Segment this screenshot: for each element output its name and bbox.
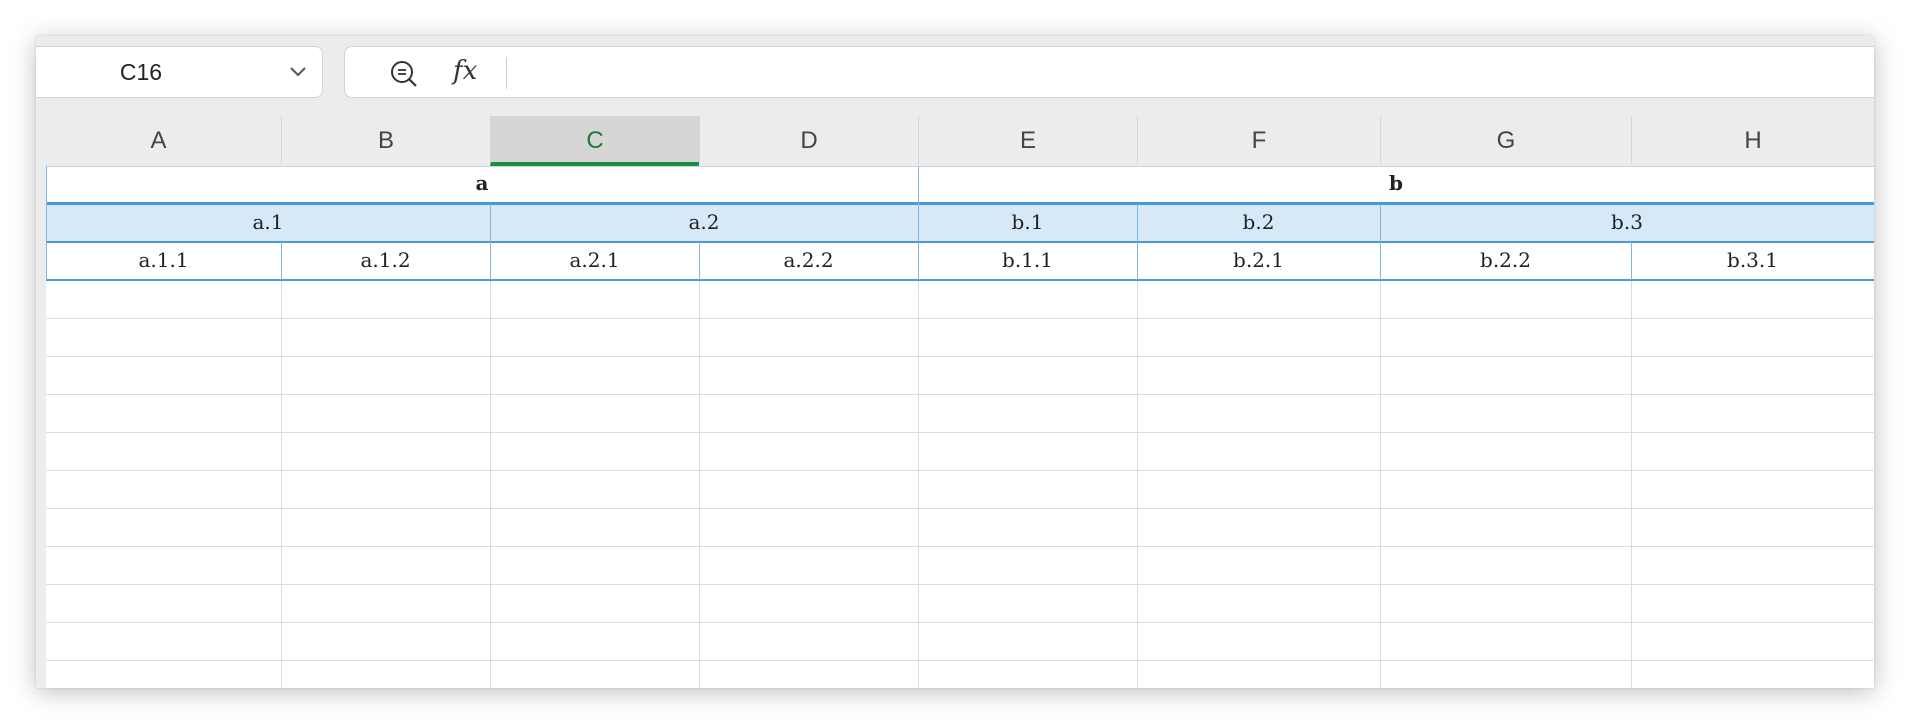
row-line xyxy=(46,546,1874,547)
column-header-c[interactable]: C xyxy=(490,116,699,166)
header-border xyxy=(46,202,1874,205)
column-line xyxy=(918,280,919,688)
name-box-value: C16 xyxy=(119,59,163,85)
column-header-g[interactable]: G xyxy=(1380,116,1631,164)
formula-divider xyxy=(506,57,507,89)
chevron-down-icon[interactable] xyxy=(288,64,308,80)
header-cell-level3[interactable]: a.1.1 xyxy=(46,248,281,272)
cell-grid[interactable]: a b a.1 a.2 b.1 b.2 b.3 a.1.1 a.1.2 a.2.… xyxy=(46,166,1874,688)
column-line xyxy=(1631,280,1632,688)
header-cell-level3[interactable]: b.2.2 xyxy=(1380,248,1631,272)
row-line xyxy=(46,432,1874,433)
column-line xyxy=(490,280,491,688)
header-cell-level2[interactable]: a.1 xyxy=(46,210,490,234)
column-line xyxy=(699,280,700,688)
row-line xyxy=(46,356,1874,357)
header-cell-level3[interactable]: b.1.1 xyxy=(918,248,1137,272)
header-border xyxy=(46,166,1874,167)
header-cell-level2[interactable]: b.2 xyxy=(1137,210,1380,234)
row-line xyxy=(46,470,1874,471)
row-line xyxy=(46,394,1874,395)
column-header-d[interactable]: D xyxy=(699,116,918,164)
header-cell-level2[interactable]: a.2 xyxy=(490,210,918,234)
header-cell-level1[interactable]: b xyxy=(918,171,1874,195)
function-icon[interactable]: fx xyxy=(453,56,477,86)
column-header-b[interactable]: B xyxy=(281,116,490,164)
header-cell-level3[interactable]: a.1.2 xyxy=(281,248,490,272)
row-line xyxy=(46,660,1874,661)
row-line xyxy=(46,584,1874,585)
header-cell-level2[interactable]: b.1 xyxy=(918,210,1137,234)
header-cell-level3[interactable]: a.2.1 xyxy=(490,248,699,272)
column-headers: A B C D E F G H xyxy=(36,116,1874,166)
zoom-out-icon[interactable] xyxy=(389,59,419,89)
header-cell-level3[interactable]: a.2.2 xyxy=(699,248,918,272)
column-header-h[interactable]: H xyxy=(1631,116,1874,164)
spreadsheet-window: C16 fx A B C D E F G H a b a.1 a.2 b.1 b… xyxy=(36,36,1874,688)
formula-input[interactable] xyxy=(520,59,1820,87)
header-cell-level3[interactable]: b.3.1 xyxy=(1631,248,1874,272)
header-cell-level1[interactable]: a xyxy=(46,171,918,195)
header-border xyxy=(46,241,1874,243)
name-box[interactable]: C16 xyxy=(36,46,323,98)
row-line xyxy=(46,318,1874,319)
column-header-f[interactable]: F xyxy=(1137,116,1380,164)
column-line xyxy=(281,280,282,688)
row-line xyxy=(46,508,1874,509)
column-header-a[interactable]: A xyxy=(36,116,281,164)
row-line xyxy=(46,622,1874,623)
header-cell-level3[interactable]: b.2.1 xyxy=(1137,248,1380,272)
formula-toolbar: C16 fx xyxy=(36,36,1874,116)
column-line xyxy=(1380,280,1381,688)
header-border xyxy=(46,279,1874,281)
header-cell-level2[interactable]: b.3 xyxy=(1380,210,1874,234)
column-line xyxy=(1137,280,1138,688)
formula-bar[interactable]: fx xyxy=(344,46,1874,98)
column-header-e[interactable]: E xyxy=(918,116,1137,164)
